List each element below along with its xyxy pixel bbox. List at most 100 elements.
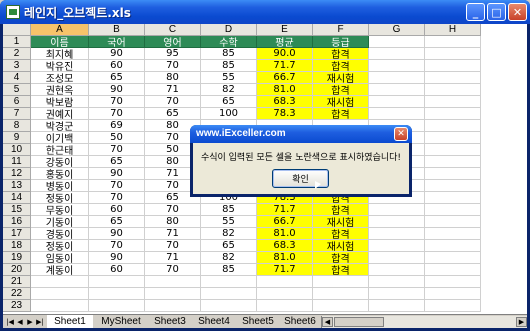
header-cell[interactable] [369,36,425,48]
table-cell[interactable]: 강동이 [31,156,89,168]
table-cell[interactable]: 권예지 [31,108,89,120]
column-header-d[interactable]: D [201,24,257,36]
table-cell[interactable] [369,48,425,60]
table-cell[interactable] [425,180,481,192]
table-cell[interactable]: 82 [201,228,257,240]
column-header-a[interactable]: A [31,24,89,36]
scroll-left-icon[interactable]: ◀ [322,317,333,327]
table-cell[interactable]: 임동이 [31,252,89,264]
tab-mysheet[interactable]: MySheet [95,315,147,328]
table-cell[interactable] [425,300,481,312]
table-cell[interactable]: 계동이 [31,264,89,276]
table-cell[interactable]: 권현옥 [31,84,89,96]
row-header[interactable]: 13 [3,180,31,192]
tab-sheet4[interactable]: Sheet4 [193,315,235,328]
table-cell[interactable]: 무동이 [31,204,89,216]
table-cell[interactable] [369,96,425,108]
table-cell[interactable]: 합격 [313,108,369,120]
table-cell[interactable]: 60 [89,264,145,276]
row-header[interactable]: 4 [3,72,31,84]
close-button[interactable]: ✕ [508,3,527,21]
last-sheet-icon[interactable]: ▶| [35,317,45,327]
row-header[interactable]: 3 [3,60,31,72]
table-cell[interactable]: 80 [145,216,201,228]
row-header[interactable]: 16 [3,216,31,228]
row-header[interactable]: 14 [3,192,31,204]
table-cell[interactable] [257,288,313,300]
table-cell[interactable]: 병동이 [31,180,89,192]
table-cell[interactable] [31,288,89,300]
table-cell[interactable] [425,156,481,168]
table-cell[interactable] [425,204,481,216]
table-cell[interactable] [425,84,481,96]
table-cell[interactable]: 90 [89,252,145,264]
table-cell[interactable]: 82 [201,252,257,264]
table-cell[interactable] [145,300,201,312]
row-header[interactable]: 21 [3,276,31,288]
header-cell[interactable]: 평균 [257,36,313,48]
table-cell[interactable]: 90.0 [257,48,313,60]
table-cell[interactable] [425,72,481,84]
table-cell[interactable]: 합격 [313,84,369,96]
table-cell[interactable]: 70 [89,144,145,156]
column-header-f[interactable]: F [313,24,369,36]
tab-sheet5[interactable]: Sheet5 [237,315,279,328]
table-cell[interactable]: 70 [89,240,145,252]
table-cell[interactable] [313,288,369,300]
table-cell[interactable]: 65 [89,216,145,228]
table-cell[interactable]: 71 [145,252,201,264]
table-cell[interactable]: 박보람 [31,96,89,108]
header-cell[interactable]: 이름 [31,36,89,48]
table-cell[interactable]: 81.0 [257,252,313,264]
table-cell[interactable]: 85 [201,60,257,72]
table-cell[interactable] [369,276,425,288]
table-cell[interactable]: 85 [201,264,257,276]
row-header[interactable]: 12 [3,168,31,180]
row-header[interactable]: 5 [3,84,31,96]
table-cell[interactable] [369,300,425,312]
row-header[interactable]: 7 [3,108,31,120]
table-cell[interactable]: 69 [89,120,145,132]
table-cell[interactable]: 박경군 [31,120,89,132]
table-cell[interactable]: 박유진 [31,60,89,72]
table-cell[interactable]: 기동이 [31,216,89,228]
maximize-button[interactable]: □ [487,3,506,21]
row-header[interactable]: 22 [3,288,31,300]
table-cell[interactable]: 70 [89,108,145,120]
table-cell[interactable]: 70 [89,192,145,204]
table-cell[interactable]: 68.3 [257,96,313,108]
table-cell[interactable]: 81.0 [257,228,313,240]
table-cell[interactable]: 85 [201,204,257,216]
row-header[interactable]: 9 [3,132,31,144]
table-cell[interactable] [425,276,481,288]
table-cell[interactable] [31,300,89,312]
table-cell[interactable] [369,228,425,240]
table-cell[interactable]: 65 [201,240,257,252]
table-cell[interactable] [369,264,425,276]
table-cell[interactable]: 홍동이 [31,168,89,180]
table-cell[interactable] [369,252,425,264]
table-cell[interactable]: 65 [145,108,201,120]
table-cell[interactable] [425,60,481,72]
table-cell[interactable] [257,276,313,288]
table-cell[interactable] [369,72,425,84]
dialog-close-button[interactable]: ✕ [394,127,408,141]
table-cell[interactable]: 95 [145,48,201,60]
row-header[interactable]: 17 [3,228,31,240]
table-cell[interactable]: 81.0 [257,84,313,96]
column-header-h[interactable]: H [425,24,481,36]
tab-sheet3[interactable]: Sheet3 [149,315,191,328]
column-header-c[interactable]: C [145,24,201,36]
header-cell[interactable]: 영어 [145,36,201,48]
table-cell[interactable] [201,276,257,288]
next-sheet-icon[interactable]: ▶ [25,317,35,327]
table-cell[interactable]: 85 [201,48,257,60]
table-cell[interactable] [369,60,425,72]
table-cell[interactable]: 70 [89,180,145,192]
table-cell[interactable] [369,204,425,216]
header-cell[interactable]: 수학 [201,36,257,48]
table-cell[interactable] [425,108,481,120]
column-header-b[interactable]: B [89,24,145,36]
table-cell[interactable] [89,288,145,300]
table-cell[interactable] [89,276,145,288]
